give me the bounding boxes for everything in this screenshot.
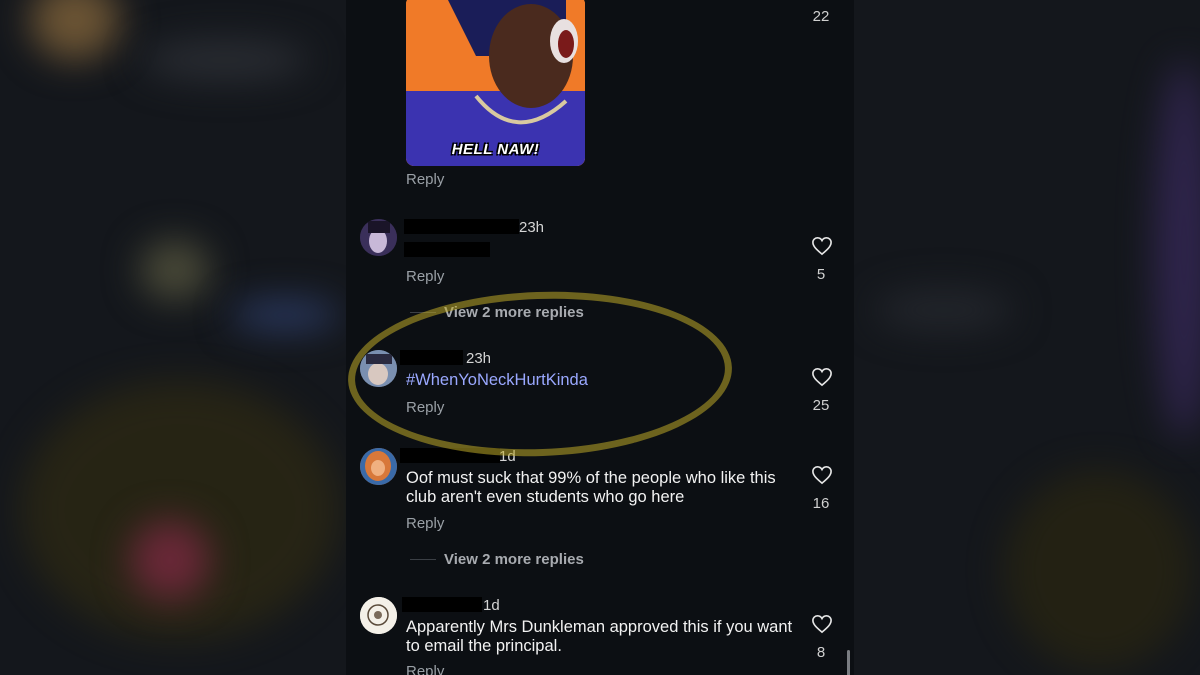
comment-time: 23h: [519, 219, 545, 236]
heart-icon[interactable]: [811, 614, 833, 634]
avatar[interactable]: [360, 350, 397, 387]
blurred-background-left: [0, 0, 346, 675]
blurred-background-right: [854, 0, 1200, 675]
gif-caption: HELL NAW!: [451, 141, 540, 158]
avatar[interactable]: [360, 448, 397, 485]
view-more-replies-button[interactable]: View 2 more replies: [444, 551, 584, 568]
avatar[interactable]: [360, 597, 397, 634]
redacted-username: [402, 597, 482, 612]
heart-icon[interactable]: [811, 236, 833, 256]
scrollbar[interactable]: [847, 650, 850, 675]
comments-panel: HELL NAW! 22 Reply 23h Reply 5 View 2 mo…: [346, 0, 854, 675]
comment-text: Apparently Mrs Dunkleman approved this i…: [406, 618, 793, 655]
reply-button[interactable]: Reply: [406, 515, 444, 532]
reaction-gif[interactable]: HELL NAW!: [406, 0, 585, 166]
thread-line: [410, 312, 436, 313]
heart-icon[interactable]: [811, 465, 833, 485]
heart-icon[interactable]: [811, 367, 833, 387]
like-count: 5: [816, 266, 826, 283]
comment-time: 1d: [483, 597, 500, 614]
like-count: 8: [816, 644, 826, 661]
comment-time: 23h: [466, 350, 492, 367]
redacted-username: [404, 219, 519, 234]
redacted-mention: [404, 242, 490, 257]
like-count: 22: [812, 8, 830, 25]
redacted-username: [400, 350, 463, 365]
avatar[interactable]: [360, 219, 397, 256]
comment-hashtag[interactable]: #WhenYoNeckHurtKinda: [406, 371, 796, 390]
comment-time: 1d: [499, 448, 516, 465]
redacted-username: [400, 448, 500, 463]
like-count: 16: [812, 495, 830, 512]
reply-button[interactable]: Reply: [406, 399, 444, 416]
thread-line: [410, 559, 436, 560]
reply-button[interactable]: Reply: [406, 663, 444, 675]
like-count: 25: [812, 397, 830, 414]
reply-button[interactable]: Reply: [406, 171, 444, 188]
comment-text: Oof must suck that 99% of the people who…: [406, 469, 776, 506]
view-more-replies-button[interactable]: View 2 more replies: [444, 304, 584, 321]
reply-button[interactable]: Reply: [406, 268, 444, 285]
